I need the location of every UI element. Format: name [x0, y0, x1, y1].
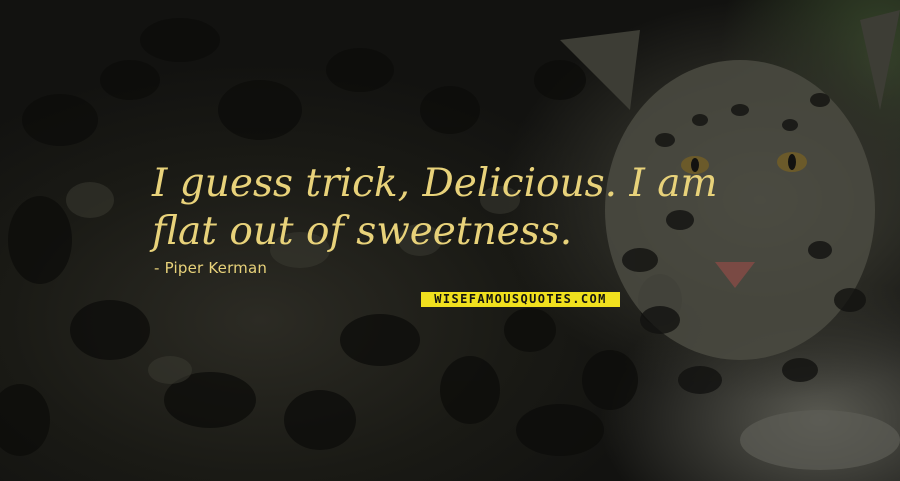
watermark-logo: WISEFAMOUSQUOTES.COM — [421, 292, 620, 307]
quote-text: I guess trick, Delicious. I am flat out … — [152, 161, 718, 254]
quote-author: - Piper Kerman — [154, 259, 268, 277]
quote-card: I guess trick, Delicious. I am flat out … — [0, 0, 900, 481]
